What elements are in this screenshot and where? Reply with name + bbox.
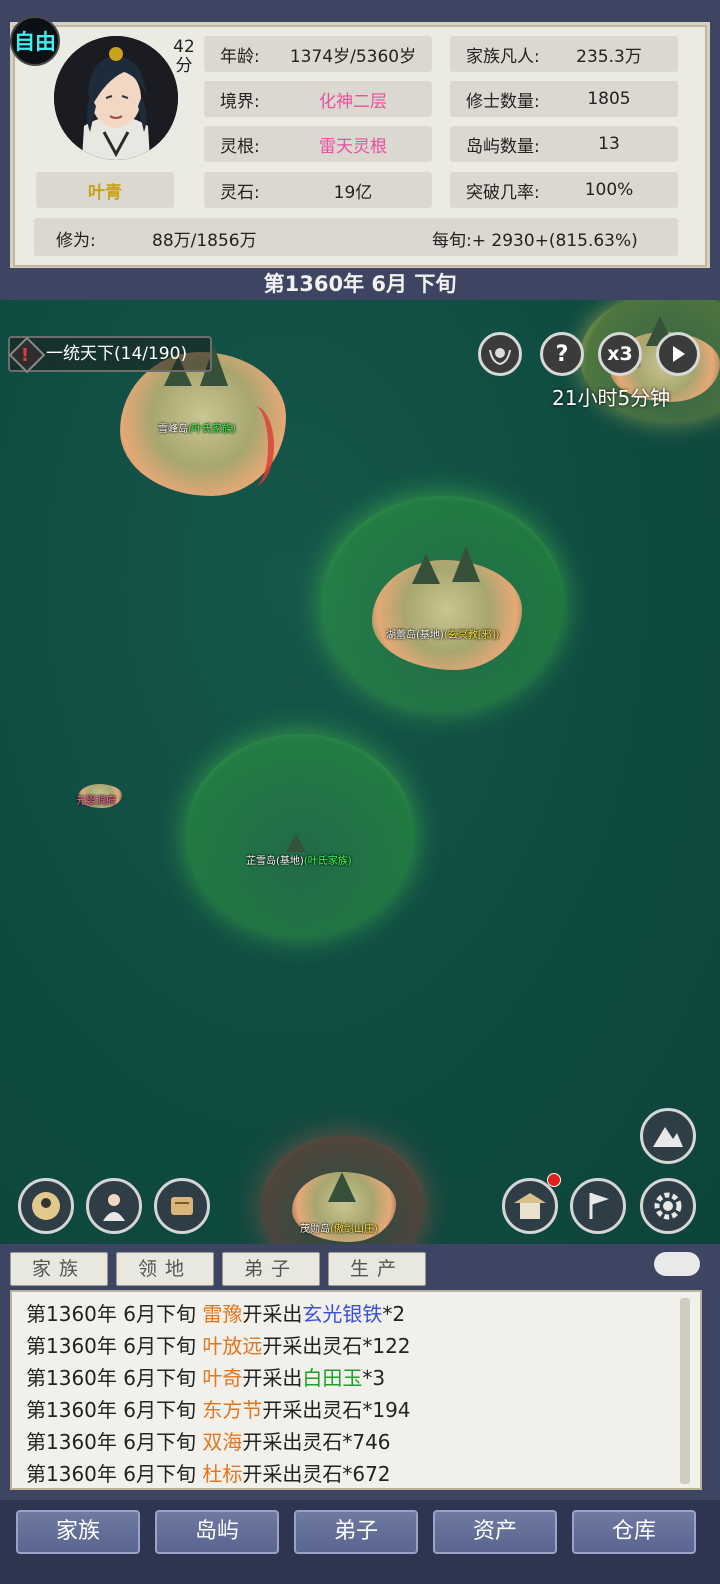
countdown-timer: 21小时5分钟 <box>552 386 671 410</box>
cultivation-bar: 修为: 88万/1856万 每旬:+ 2930+(815.63%) <box>34 218 678 256</box>
alert-diamond-icon <box>8 336 46 374</box>
stat-age: 年龄: 1374岁/5360岁 <box>204 36 432 72</box>
settings-button[interactable] <box>640 1178 696 1234</box>
laurel-emblem-button[interactable] <box>478 332 522 376</box>
mountain-icon <box>328 1172 356 1202</box>
character-button[interactable] <box>86 1178 142 1234</box>
nascent-soul-cave[interactable]: 元婴洞府 <box>70 778 130 814</box>
flag-icon <box>589 1193 609 1219</box>
stat-realm-value: 化神二层 <box>319 91 387 112</box>
island-mao-xun[interactable]: 茂勋岛(傲剑山庄) <box>262 1136 424 1244</box>
stat-islands-value: 13 <box>598 134 620 154</box>
island-label: 茂勋岛(傲剑山庄) <box>300 1224 378 1235</box>
notification-dot <box>547 1173 561 1187</box>
world-map[interactable]: 霜岛 雪峰岛(叶氏家族) 一统天下(14/190) ? x3 21小时5分钟 <box>0 300 720 1244</box>
island-land <box>372 560 522 670</box>
quest-banner[interactable]: 一统天下(14/190) <box>8 336 212 374</box>
stat-breakthrough-value: 100% <box>584 180 634 200</box>
bottom-nav: 家族 岛屿 弟子 资产 仓库 <box>0 1500 720 1584</box>
log-entry: 第1360年 6月下旬 双海开采出灵石*746 <box>26 1430 391 1454</box>
nav-warehouse[interactable]: 仓库 <box>572 1510 696 1554</box>
stat-realm: 境界: 化神二层 <box>204 81 432 117</box>
player-score: 42 分 <box>168 38 200 76</box>
player-name[interactable]: 叶青 <box>36 172 174 208</box>
nav-assets[interactable]: 资产 <box>433 1510 557 1554</box>
red-border-arc <box>234 406 274 486</box>
temple-icon <box>514 1193 546 1219</box>
question-icon: ? <box>555 341 569 367</box>
nav-family[interactable]: 家族 <box>16 1510 140 1554</box>
meditation-button[interactable] <box>18 1178 74 1234</box>
stat-mortals: 家族凡人: 235.3万 <box>450 36 678 72</box>
island-zhi-snow[interactable]: 芷雪岛(基地)(叶氏家族) <box>186 734 414 936</box>
flag-button[interactable] <box>570 1178 626 1234</box>
nav-disciples[interactable]: 弟子 <box>294 1510 418 1554</box>
log-entry: 第1360年 6月下旬 东方节开采出灵石*194 <box>26 1398 411 1422</box>
log-entry: 第1360年 6月下旬 叶奇开采出白田玉*3 <box>26 1366 386 1390</box>
stat-mortals-value: 235.3万 <box>576 46 642 67</box>
island-label: 湖蕾岛(基地)(玄冥教[邪]) <box>386 630 500 641</box>
score-unit: 分 <box>175 56 193 76</box>
tab-family[interactable]: 家族 <box>10 1252 108 1286</box>
tab-territory[interactable]: 领地 <box>116 1252 214 1286</box>
mountain-icon <box>286 834 306 852</box>
cultivation-value: 88万/1856万 <box>152 231 257 251</box>
meditate-icon <box>32 1192 60 1220</box>
scroll-button[interactable] <box>154 1178 210 1234</box>
avatar-portrait <box>54 36 178 160</box>
quest-label: 一统天下(14/190) <box>46 344 188 364</box>
play-button[interactable] <box>656 332 700 376</box>
scroll-icon <box>171 1197 193 1215</box>
stat-cultivators: 修士数量: 1805 <box>450 81 678 117</box>
stat-breakthrough: 突破几率: 100% <box>450 172 678 208</box>
log-scrollbar[interactable] <box>680 1298 690 1484</box>
stat-islands: 岛屿数量: 13 <box>450 126 678 162</box>
stat-age-value: 1374岁/5360岁 <box>289 46 417 67</box>
stat-cultivators-value: 1805 <box>587 89 631 109</box>
score-value: 42 <box>173 37 195 57</box>
gear-icon <box>654 1192 682 1220</box>
mountain-icon <box>653 1127 683 1147</box>
stat-spirit-stone: 灵石: 19亿 <box>204 172 432 208</box>
mountain-icon <box>412 554 440 584</box>
mountain-map-button[interactable] <box>640 1108 696 1164</box>
log-panel: 家族 领地 弟子 生产 第1360年 6月下旬 雷豫开采出玄光银铁*2 第136… <box>0 1244 720 1500</box>
stat-root-value: 雷天灵根 <box>319 136 387 157</box>
mountain-icon <box>452 546 480 582</box>
cultivation-per-period: 每旬:+ 2930+(815.63%) <box>432 231 638 251</box>
stat-spirit-stone-value: 19亿 <box>333 182 373 203</box>
speed-button[interactable]: x3 <box>598 332 642 376</box>
play-icon <box>673 346 685 362</box>
top-frame: 自由 42 分 叶青 年龄: 1374岁/5360岁 境界: 化神二层 灵根: … <box>0 0 720 300</box>
island-lake-bud[interactable]: 湖蕾岛(基地)(玄冥教[邪]) <box>322 496 564 710</box>
log-entry: 第1360年 6月下旬 雷豫开采出玄光银铁*2 <box>26 1302 406 1326</box>
island-label: 芷雪岛(基地)(叶氏家族) <box>246 856 352 867</box>
event-log[interactable]: 第1360年 6月下旬 雷豫开采出玄光银铁*2 第1360年 6月下旬 叶放远开… <box>10 1290 702 1490</box>
cultivation-label: 修为: <box>56 231 96 251</box>
person-icon <box>103 1194 125 1221</box>
island-label: 元婴洞府 <box>76 796 116 807</box>
laurel-icon <box>489 348 511 366</box>
status-badge[interactable]: 自由 <box>10 16 60 66</box>
game-date: 第1360年 6月 下旬 <box>0 268 720 300</box>
tab-production[interactable]: 生产 <box>328 1252 426 1286</box>
island-label: 雪峰岛(叶氏家族) <box>158 424 236 435</box>
player-avatar[interactable] <box>54 36 178 160</box>
log-entry: 第1360年 6月下旬 杜标开采出灵石*672 <box>26 1462 391 1486</box>
help-button[interactable]: ? <box>540 332 584 376</box>
log-entry: 第1360年 6月下旬 叶放远开采出灵石*122 <box>26 1334 411 1358</box>
tab-disciples[interactable]: 弟子 <box>222 1252 320 1286</box>
sect-hall-button[interactable] <box>502 1173 561 1234</box>
nav-islands[interactable]: 岛屿 <box>155 1510 279 1554</box>
stat-root: 灵根: 雷天灵根 <box>204 126 432 162</box>
cloud-icon[interactable] <box>654 1252 700 1276</box>
